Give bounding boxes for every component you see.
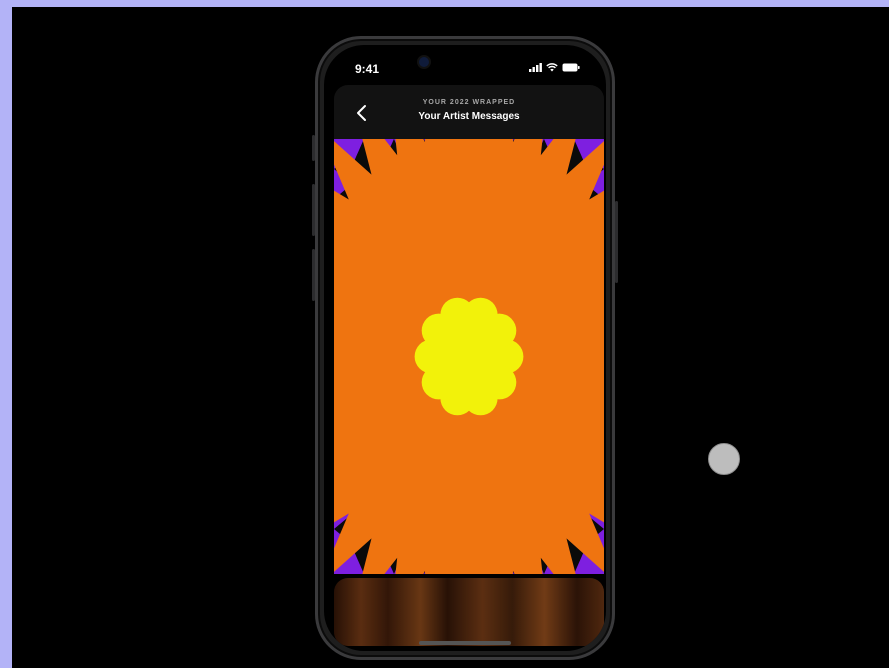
wrapped-artwork[interactable]	[334, 139, 604, 574]
dynamic-island	[414, 53, 514, 77]
volume-up-button	[312, 184, 315, 236]
status-time: 9:41	[355, 62, 380, 76]
wood-texture-image	[334, 578, 604, 646]
phone-screen: 9:41 YOUR 2022 WRAPPED Your Artist Messa…	[324, 45, 606, 651]
story-header: YOUR 2022 WRAPPED Your Artist Messages	[334, 85, 604, 139]
header-title: Your Artist Messages	[418, 111, 520, 122]
video-frame: 9:41 YOUR 2022 WRAPPED Your Artist Messa…	[12, 7, 889, 668]
volume-down-button	[312, 249, 315, 301]
touch-cursor-indicator	[708, 443, 740, 475]
status-icons	[529, 63, 580, 72]
signal-icon	[529, 63, 542, 72]
header-eyebrow: YOUR 2022 WRAPPED	[422, 99, 516, 106]
flower-center	[431, 312, 507, 401]
silent-switch	[312, 135, 315, 161]
next-story-preview[interactable]	[334, 578, 604, 646]
home-indicator	[419, 641, 511, 645]
battery-icon	[562, 63, 580, 72]
wifi-icon	[546, 63, 558, 72]
power-button	[615, 201, 618, 283]
phone-mockup: 9:41 YOUR 2022 WRAPPED Your Artist Messa…	[312, 36, 618, 660]
front-camera	[419, 57, 429, 67]
